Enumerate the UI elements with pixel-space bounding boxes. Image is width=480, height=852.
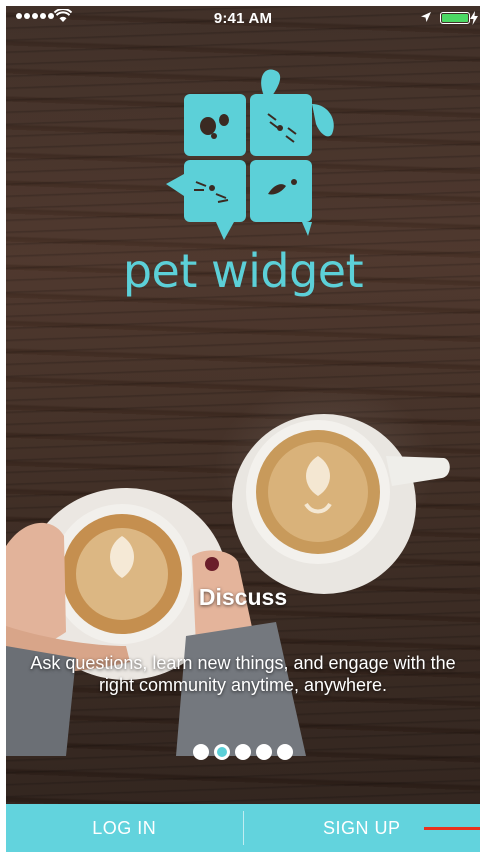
slide-title: Discuss: [198, 584, 288, 610]
auth-action-bar: LOG IN SIGN UP: [6, 804, 480, 852]
slide-description: Ask questions, learn new things, and eng…: [30, 653, 456, 695]
battery-icon: [440, 12, 470, 24]
login-button[interactable]: LOG IN: [6, 804, 243, 852]
welcome-screen: 9:41 AM pet widget Discuss Ask questions…: [6, 6, 480, 852]
page-dot-1[interactable]: [193, 744, 209, 760]
charging-bolt-icon: [470, 11, 478, 25]
brand-name: pet widget: [122, 244, 364, 298]
page-dot-5[interactable]: [277, 744, 293, 760]
page-dot-4[interactable]: [256, 744, 272, 760]
coffee-cups-photo: [6, 414, 450, 756]
signup-button[interactable]: SIGN UP: [244, 804, 480, 852]
page-dot-3[interactable]: [235, 744, 251, 760]
location-arrow-icon: [421, 12, 431, 22]
page-dot-2[interactable]: [214, 744, 230, 760]
signup-button-label: SIGN UP: [322, 817, 401, 838]
pet-widget-logo: [166, 69, 334, 240]
status-bar: 9:41 AM: [6, 6, 480, 32]
signup-highlight-mark: [424, 827, 480, 830]
page-indicator: [6, 744, 480, 760]
status-time: 9:41 AM: [213, 10, 273, 27]
